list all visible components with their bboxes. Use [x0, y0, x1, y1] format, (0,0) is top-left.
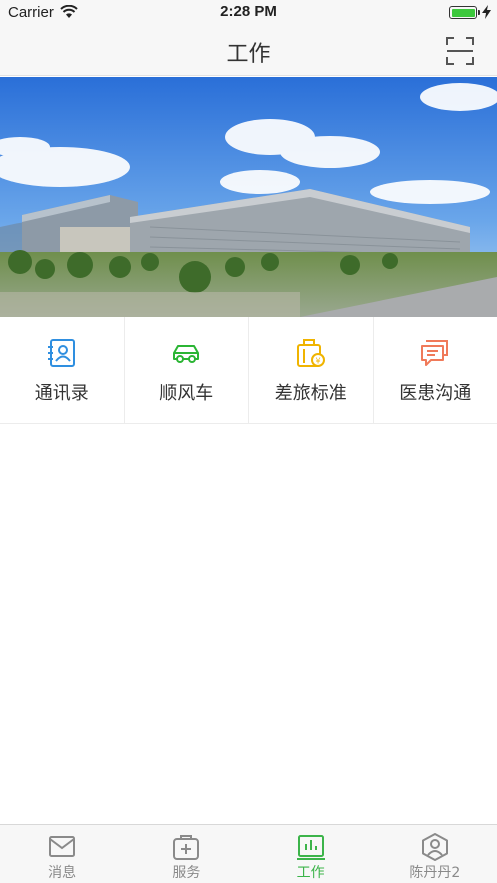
luggage-icon: ¥: [296, 339, 325, 367]
charging-icon: [482, 5, 491, 19]
tab-work[interactable]: 工作: [249, 825, 373, 883]
scan-icon[interactable]: [445, 36, 475, 66]
screen: Carrier 2:28 PM 工作 通讯录 顺风车 ¥ 差旅标准 医患沟通 消…: [0, 0, 497, 883]
grid-item-label: 顺风车: [159, 383, 214, 404]
nav-bar: 工作: [0, 26, 497, 76]
grid-item-travel-standard[interactable]: ¥ 差旅标准: [249, 317, 374, 423]
clock: 2:28 PM: [220, 3, 277, 20]
battery-icon: [449, 6, 477, 19]
message-icon: [49, 836, 76, 857]
function-grid: 通讯录 顺风车 ¥ 差旅标准 医患沟通: [0, 317, 497, 424]
tab-profile[interactable]: 陈丹丹2: [373, 825, 497, 883]
chat-icon: [421, 340, 449, 366]
svg-text:¥: ¥: [315, 357, 320, 366]
page-title: 工作: [226, 42, 271, 67]
tab-label: 服务: [172, 865, 201, 881]
grid-item-label: 差旅标准: [274, 383, 347, 404]
battery-level: [451, 8, 475, 17]
tab-label: 工作: [296, 865, 325, 881]
grid-item-doctor-patient[interactable]: 医患沟通: [374, 317, 497, 423]
grid-item-contacts[interactable]: 通讯录: [0, 317, 125, 423]
grid-item-label: 医患沟通: [399, 383, 472, 404]
banner-image[interactable]: [0, 77, 497, 317]
medkit-icon: [173, 835, 200, 860]
chart-icon: [296, 835, 325, 860]
grid-item-label: 通讯录: [34, 383, 89, 404]
battery-cap: [478, 10, 480, 15]
tab-bar: 消息 服务 工作 陈丹丹2: [0, 824, 497, 883]
tab-label: 陈丹丹2: [409, 865, 461, 881]
contacts-icon: [47, 339, 75, 367]
tab-label: 消息: [48, 865, 77, 881]
car-icon: [173, 345, 200, 363]
profile-icon: [421, 833, 448, 861]
status-bar: Carrier 2:28 PM: [0, 0, 497, 26]
grid-item-carpool[interactable]: 顺风车: [125, 317, 249, 423]
tab-messages[interactable]: 消息: [0, 825, 124, 883]
tab-services[interactable]: 服务: [124, 825, 248, 883]
